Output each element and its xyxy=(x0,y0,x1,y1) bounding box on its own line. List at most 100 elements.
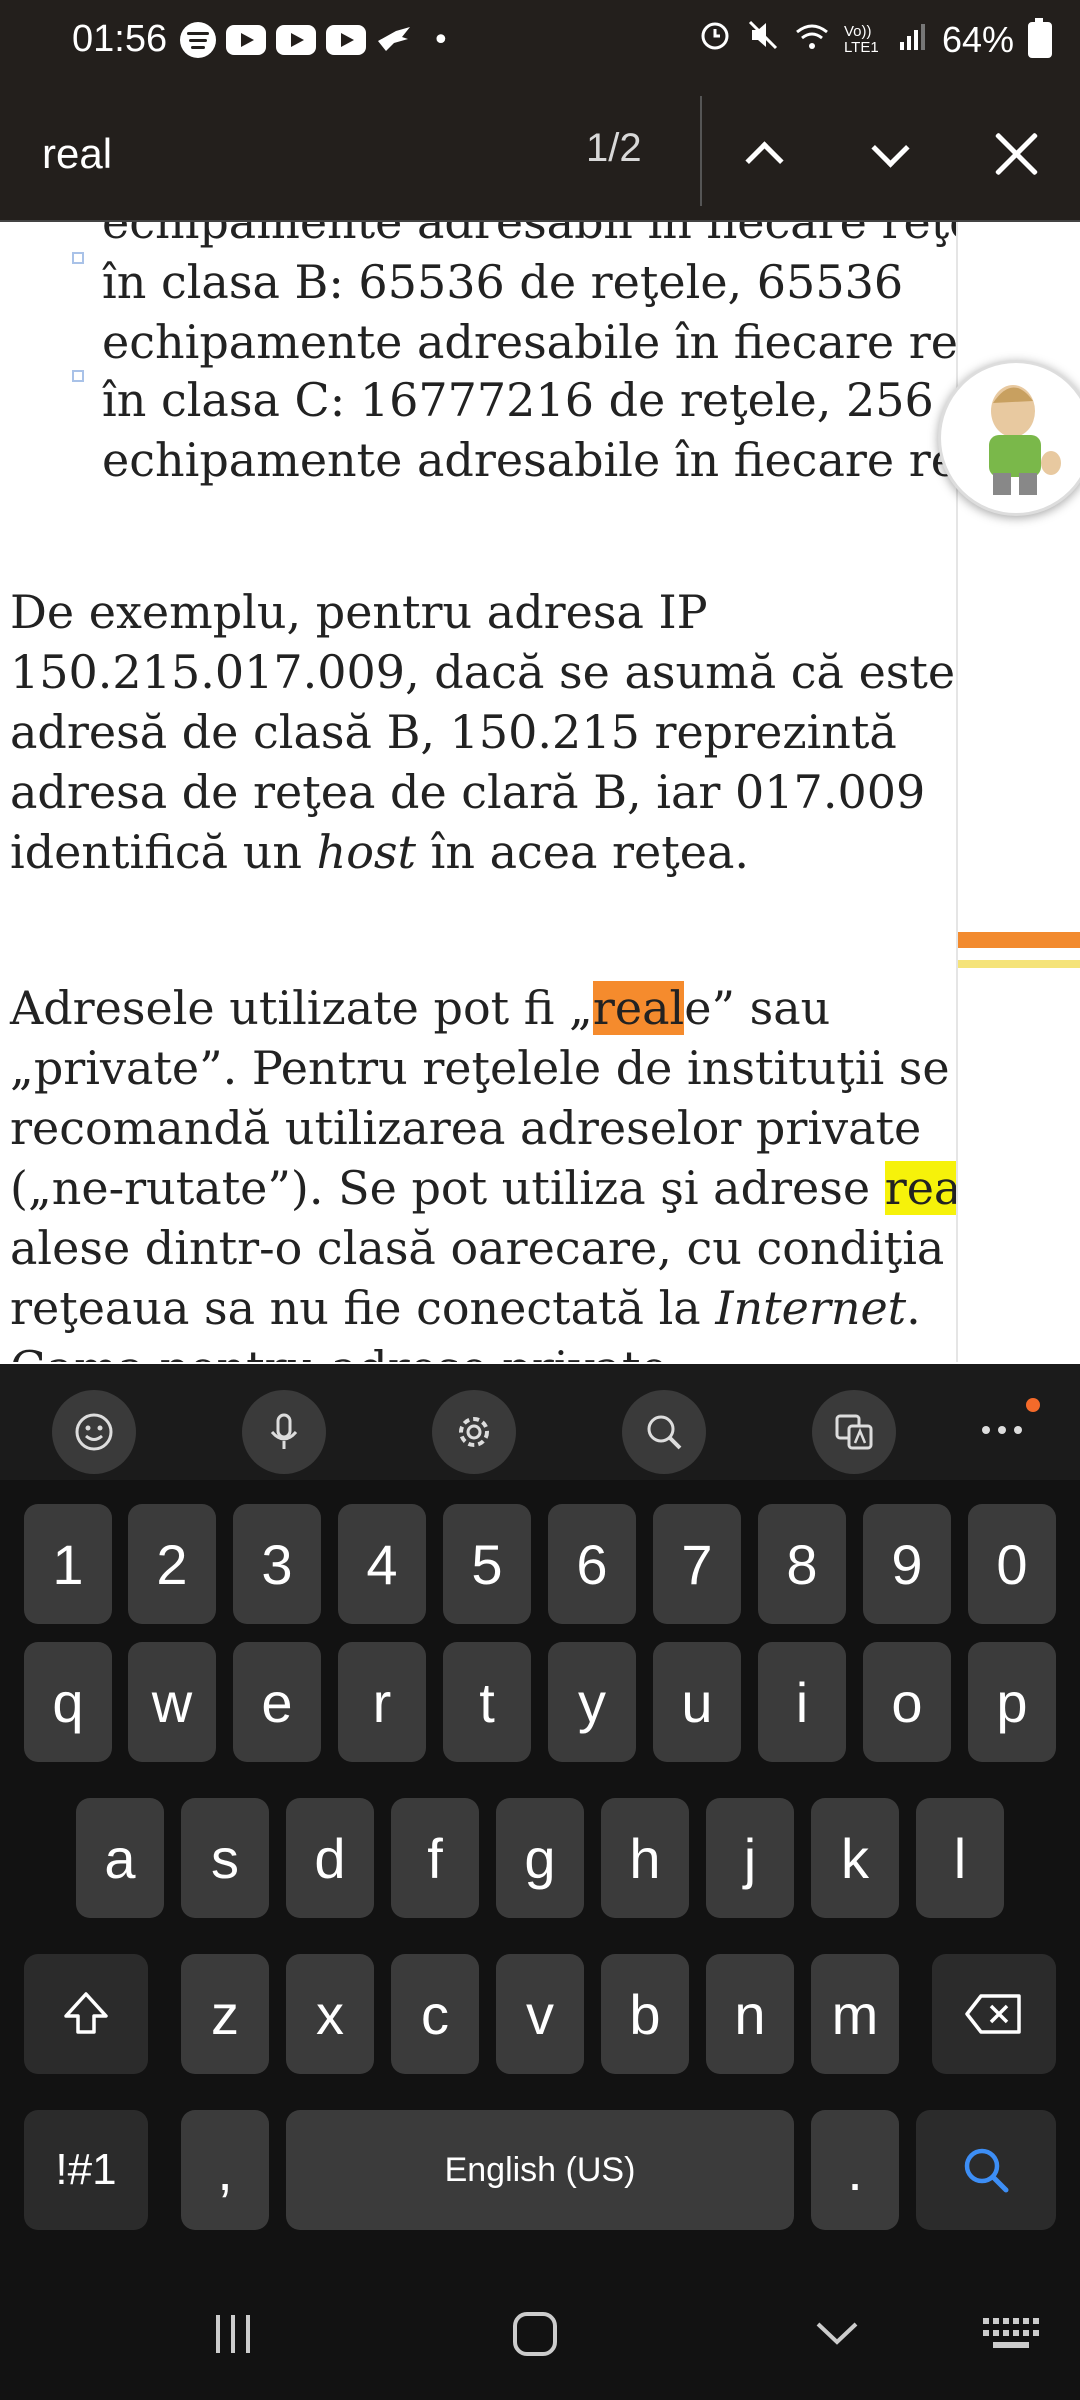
key-n[interactable]: n xyxy=(706,1954,794,2074)
key-v[interactable]: v xyxy=(496,1954,584,2074)
avatar-image xyxy=(989,385,1061,495)
close-icon xyxy=(994,132,1038,176)
wifi-icon xyxy=(794,19,830,61)
home-button[interactable] xyxy=(490,2294,580,2374)
notification-dot: • xyxy=(432,22,450,58)
home-icon xyxy=(513,2312,557,2356)
space-key[interactable]: English (US) xyxy=(286,2110,794,2230)
period-key[interactable]: . xyxy=(811,2110,899,2230)
chat-head-avatar[interactable] xyxy=(938,360,1080,516)
text: e” sau xyxy=(684,981,831,1035)
keyboard-settings-button[interactable] xyxy=(432,1390,516,1474)
status-right: Vo)) LTE1 64% xyxy=(698,17,1052,61)
key-5[interactable]: 5 xyxy=(443,1504,531,1624)
symbols-key[interactable]: !#1 xyxy=(24,2110,148,2230)
translate-button[interactable] xyxy=(812,1390,896,1474)
spotify-icon xyxy=(180,22,216,58)
key-x[interactable]: x xyxy=(286,1954,374,2074)
youtube-icon xyxy=(226,25,266,55)
previous-match-button[interactable] xyxy=(724,114,804,194)
key-t[interactable]: t xyxy=(443,1642,531,1762)
divider xyxy=(700,96,702,206)
doc-line: echipamente adresabile în fiecare reţea, xyxy=(102,315,956,369)
shift-key[interactable] xyxy=(24,1954,148,2074)
mute-icon xyxy=(746,18,780,61)
key-l[interactable]: l xyxy=(916,1798,1004,1918)
key-u[interactable]: u xyxy=(653,1642,741,1762)
keyboard-search-button[interactable] xyxy=(622,1390,706,1474)
current-match-marker[interactable] xyxy=(958,932,1080,948)
next-match-button[interactable] xyxy=(850,114,930,194)
close-find-button[interactable] xyxy=(976,114,1056,194)
key-w[interactable]: w xyxy=(128,1642,216,1762)
key-2[interactable]: 2 xyxy=(128,1504,216,1624)
find-input[interactable] xyxy=(40,118,544,190)
key-o[interactable]: o xyxy=(863,1642,951,1762)
key-j[interactable]: j xyxy=(706,1798,794,1918)
text: . xyxy=(906,1281,921,1335)
text: Adresele utilizate pot fi „ xyxy=(10,981,593,1035)
comma-key[interactable]: , xyxy=(181,2110,269,2230)
doc-line: 150.215.017.009, dacă se asumă că este o xyxy=(10,645,956,699)
key-a[interactable]: a xyxy=(76,1798,164,1918)
key-9[interactable]: 9 xyxy=(863,1504,951,1624)
key-4[interactable]: 4 xyxy=(338,1504,426,1624)
more-options-button[interactable] xyxy=(982,1398,1042,1450)
youtube-icon xyxy=(326,25,366,55)
backspace-key[interactable] xyxy=(932,1954,1056,2074)
voice-input-button[interactable] xyxy=(242,1390,326,1474)
emoji-button[interactable] xyxy=(52,1390,136,1474)
key-7[interactable]: 7 xyxy=(653,1504,741,1624)
search-action-key[interactable] xyxy=(916,2110,1056,2230)
key-d[interactable]: d xyxy=(286,1798,374,1918)
key-m[interactable]: m xyxy=(811,1954,899,2074)
bullet-icon xyxy=(72,252,84,264)
back-button[interactable] xyxy=(792,2294,882,2374)
notification-badge xyxy=(1026,1398,1040,1412)
youtube-icon xyxy=(276,25,316,55)
key-s[interactable]: s xyxy=(181,1798,269,1918)
keyboard-toolbar xyxy=(0,1364,1080,1480)
document-view[interactable]: echipamente adresabil în fiecare reţea, … xyxy=(0,222,956,1362)
search-icon xyxy=(964,2148,1009,2193)
status-time: 01:56 xyxy=(72,18,168,60)
more-icon xyxy=(982,1426,1022,1434)
match-highlight: real xyxy=(884,1161,956,1215)
key-q[interactable]: q xyxy=(24,1642,112,1762)
key-k[interactable]: k xyxy=(811,1798,899,1918)
translate-icon xyxy=(835,1414,873,1450)
key-1[interactable]: 1 xyxy=(24,1504,112,1624)
doc-line: în clasa C: 16777216 de reţele, 256 xyxy=(102,373,934,427)
key-b[interactable]: b xyxy=(601,1954,689,2074)
key-i[interactable]: i xyxy=(758,1642,846,1762)
key-r[interactable]: r xyxy=(338,1642,426,1762)
doc-line: în clasa B: 65536 de reţele, 65536 xyxy=(102,255,904,309)
doc-line: („ne-rutate”). Se pot utiliza şi adrese … xyxy=(10,1158,956,1218)
doc-line: echipamente adresabile în fiecare reţea, xyxy=(102,433,956,487)
chevron-down-icon xyxy=(870,128,910,168)
key-c[interactable]: c xyxy=(391,1954,479,2074)
key-h[interactable]: h xyxy=(601,1798,689,1918)
battery-icon xyxy=(1028,17,1052,58)
key-z[interactable]: z xyxy=(181,1954,269,2074)
text: în acea reţea. xyxy=(416,825,750,879)
key-y[interactable]: y xyxy=(548,1642,636,1762)
doc-line: reţeaua sa nu fie conectată la Internet. xyxy=(10,1278,956,1338)
doc-line: Adresele utilizate pot fi „reale” sau xyxy=(10,978,956,1038)
recents-button[interactable] xyxy=(188,2294,278,2374)
key-3[interactable]: 3 xyxy=(233,1504,321,1624)
status-bar: 01:56 • Vo)) LTE1 64% xyxy=(0,0,1080,88)
match-marker[interactable] xyxy=(958,960,1080,968)
bird-icon xyxy=(376,25,412,55)
keyboard-switch-button[interactable] xyxy=(966,2294,1056,2374)
key-f[interactable]: f xyxy=(391,1798,479,1918)
key-6[interactable]: 6 xyxy=(548,1504,636,1624)
key-8[interactable]: 8 xyxy=(758,1504,846,1624)
key-e[interactable]: e xyxy=(233,1642,321,1762)
doc-line: adresa de reţea de clară B, iar 017.009 xyxy=(10,765,926,819)
doc-line: alese dintr-o clasă oarecare, cu condiţi… xyxy=(10,1221,956,1275)
key-g[interactable]: g xyxy=(496,1798,584,1918)
gear-icon xyxy=(459,1417,489,1447)
key-p[interactable]: p xyxy=(968,1642,1056,1762)
key-0[interactable]: 0 xyxy=(968,1504,1056,1624)
